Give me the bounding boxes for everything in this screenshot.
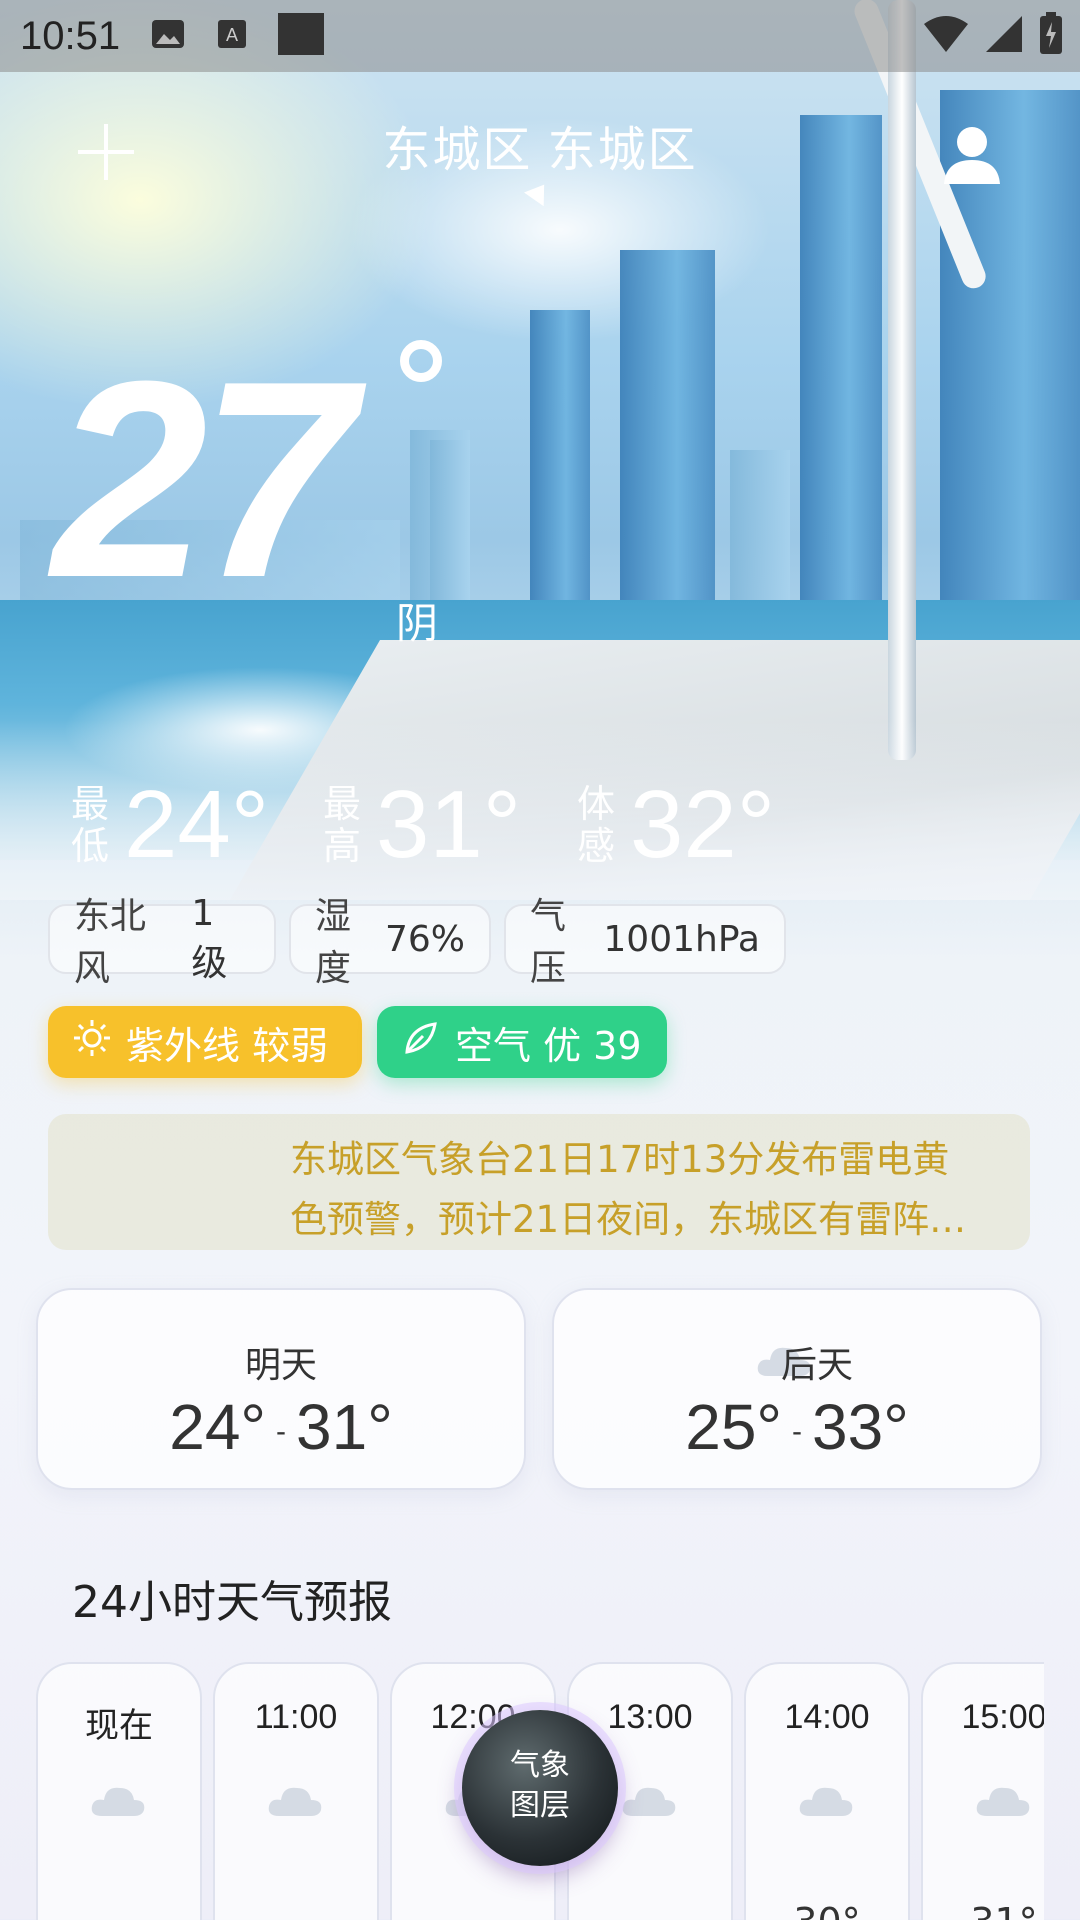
- weather-layer-button[interactable]: 气象 图层: [462, 1710, 618, 1866]
- tomorrow-range: 24° -31°: [38, 1390, 524, 1464]
- feels-like-value: 32°: [630, 771, 776, 878]
- alert-line-1: 东城区气象台21日17时13分发布雷电黄: [290, 1138, 950, 1181]
- layer-button-line-1: 气象: [510, 1748, 570, 1783]
- alert-line-2: 色预警，预计21日夜间，东城区有雷阵…: [290, 1198, 967, 1241]
- high-temperature: 最高 31°: [322, 770, 521, 880]
- hour-temp: 30°: [746, 1900, 908, 1920]
- text-icon: A: [216, 16, 248, 56]
- uv-badge[interactable]: 紫外线 较弱: [48, 1006, 362, 1078]
- tomorrow-label: 明天: [244, 1345, 317, 1386]
- feels-like-temperature: 体感 32°: [576, 770, 775, 880]
- hour-temp: 31°: [923, 1900, 1044, 1920]
- battery-icon: [1038, 12, 1064, 60]
- cloud-icon: [619, 1780, 679, 1824]
- day-after-range: 25° -33°: [554, 1390, 1040, 1464]
- image-icon: [150, 16, 186, 56]
- user-icon[interactable]: [940, 122, 1004, 186]
- low-label: 最低: [70, 782, 109, 868]
- weather-condition: 阴: [396, 599, 439, 648]
- hour-card[interactable]: 15:00 31°: [921, 1662, 1044, 1920]
- hour-card[interactable]: 现在: [36, 1662, 202, 1920]
- day-after-card[interactable]: 后天 25° -33°: [552, 1288, 1042, 1490]
- hour-time: 15:00: [961, 1698, 1044, 1736]
- status-time: 10:51: [20, 13, 121, 58]
- location-title[interactable]: 东城区 东城区: [0, 110, 1080, 180]
- wind-value: 1级: [191, 892, 228, 984]
- weather-alert[interactable]: 东城区气象台21日17时13分发布雷电黄 色预警，预计21日夜间，东城区有雷阵…: [48, 1114, 1030, 1250]
- sun-icon: [72, 1018, 112, 1067]
- square-icon: [278, 11, 325, 61]
- range-separator: -: [276, 1415, 286, 1449]
- cloud-icon: [796, 1780, 856, 1824]
- hour-time: 现在: [85, 1707, 153, 1745]
- high-label: 最高: [322, 782, 361, 868]
- hour-time: 14:00: [784, 1698, 870, 1736]
- layer-button-line-2: 图层: [510, 1788, 570, 1823]
- tomorrow-low: 24°: [169, 1391, 266, 1463]
- range-separator: -: [792, 1415, 802, 1449]
- low-temperature: 最低 24°: [70, 770, 269, 880]
- day-after-high: 33°: [812, 1391, 909, 1463]
- leaf-icon: [401, 1018, 441, 1067]
- svg-text:A: A: [226, 25, 238, 45]
- wind-chip[interactable]: 东北风 1级: [48, 893, 276, 989]
- cloud-icon: [973, 1780, 1033, 1824]
- feels-like-label: 体感: [576, 782, 615, 868]
- wind-label: 东北风: [74, 896, 147, 989]
- building: [800, 115, 882, 655]
- high-value: 31°: [376, 771, 522, 878]
- humidity-value: 76%: [384, 918, 465, 960]
- humidity-label: 湿度: [315, 896, 352, 989]
- low-value: 24°: [124, 771, 270, 878]
- day-after-low: 25°: [685, 1391, 782, 1463]
- cloud-icon: [88, 1780, 148, 1824]
- uv-text: 紫外线 较弱: [126, 1023, 329, 1068]
- degree-symbol: [400, 340, 442, 382]
- pressure-chip[interactable]: 气压 1001hPa: [504, 896, 786, 989]
- signal-icon: [984, 14, 1024, 58]
- tomorrow-high: 31°: [296, 1391, 393, 1463]
- hour-time: 11:00: [254, 1698, 338, 1736]
- humidity-chip[interactable]: 湿度 76%: [289, 896, 491, 989]
- cloud-icon: [265, 1780, 325, 1824]
- pressure-label: 气压: [530, 896, 567, 989]
- pressure-value: 1001hPa: [603, 918, 760, 960]
- tomorrow-card[interactable]: 明天 24° -31°: [36, 1288, 526, 1490]
- day-after-label: 后天: [780, 1345, 853, 1386]
- hour-card[interactable]: 11:00: [213, 1662, 379, 1920]
- air-quality-badge[interactable]: 空气 优 39: [377, 1006, 667, 1078]
- status-bar: 10:51 A: [0, 0, 1080, 72]
- wifi-icon: [922, 14, 970, 58]
- hour-card[interactable]: 14:00 30°: [744, 1662, 910, 1920]
- hourly-title: 24小时天气预报: [72, 1577, 392, 1628]
- air-quality-text: 空气 优 39: [455, 1023, 642, 1068]
- current-temperature: 27: [52, 324, 355, 636]
